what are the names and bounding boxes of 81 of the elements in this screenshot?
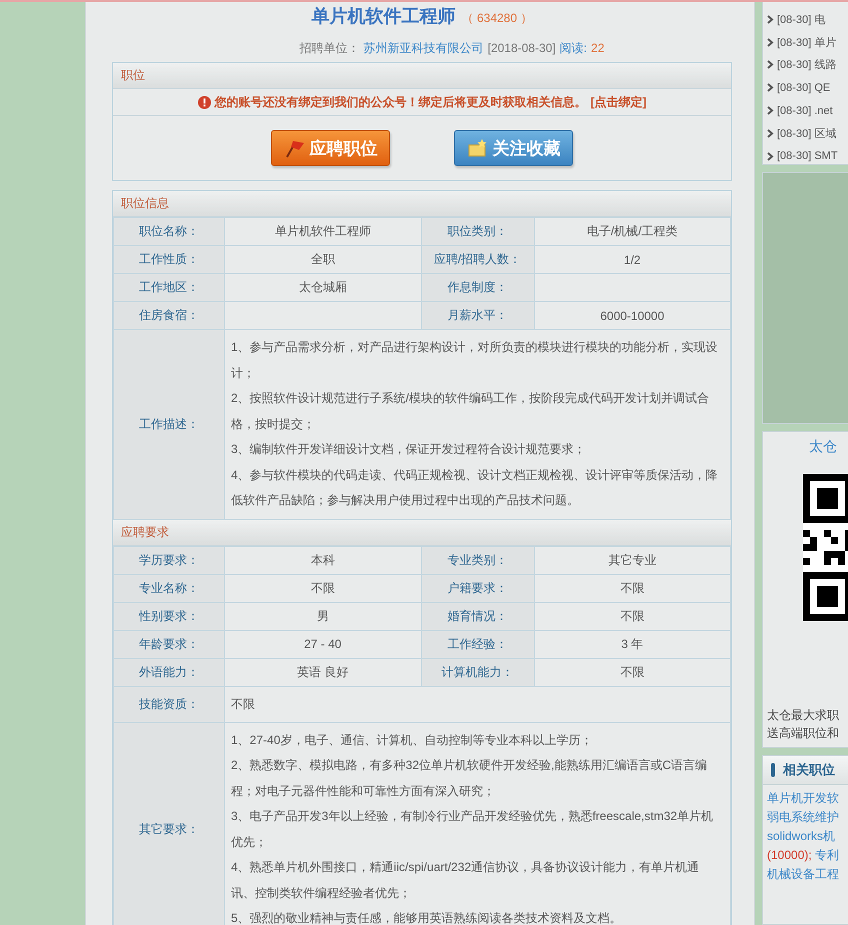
field-label: 其它要求：: [114, 722, 224, 925]
job-title: 单片机软件工程师: [312, 5, 456, 28]
field-value: 本科: [224, 546, 421, 574]
job-link[interactable]: [08-30] 电: [777, 12, 826, 27]
related-job-link[interactable]: solidworks机: [767, 829, 836, 843]
related-job-link[interactable]: 弱电系统维护: [767, 810, 839, 824]
field-value: 不限: [224, 574, 421, 602]
field-value: 其它专业: [534, 546, 730, 574]
chevron-icon: [767, 38, 774, 47]
salary-text: (10000);: [767, 848, 812, 862]
related-job-link[interactable]: 专利: [812, 848, 840, 862]
company-link[interactable]: 苏州新亚科技有限公司: [364, 40, 484, 56]
field-label: 婚育情况：: [421, 602, 534, 630]
related-job-link[interactable]: 单片机开发软: [767, 791, 839, 805]
views-count: 22: [591, 41, 604, 55]
field-label: 住房食宿：: [114, 302, 224, 330]
field-value: 不限: [534, 658, 730, 686]
field-value: 不限: [224, 686, 730, 722]
requirements-text: 1、27-40岁，电子、通信、计算机、自动控制等专业本科以上学历； 2、熟悉数字、模拟电路，有多种32位单片机软硬件开发经验,能熟练用汇编语言或C语言编程；对电子元器件性能和可靠性方面有深入研究； 3、电子产品开发3年以上经验，有制冷行业产品开发经验优先，熟悉freescale,stm32单片机优先； 4、熟悉单片机外围接口，精通iic/spi/uart/232通信协议，具备协议设计能力，有单片机通讯、控制类软件编程经验者优先； 5、强烈的敬业精神与责任感，能够用英语熟练阅读各类技术资料及文档。: [224, 722, 730, 925]
field-label: 户籍要求：: [421, 574, 534, 602]
section-header: 职位: [113, 63, 731, 89]
field-value: 单片机软件工程师: [224, 218, 421, 246]
chevron-icon: [767, 152, 774, 161]
bar-icon: [771, 763, 775, 777]
job-link[interactable]: [08-30] 线路: [777, 57, 836, 72]
field-value: 1/2: [534, 246, 730, 274]
job-link[interactable]: [08-30] 区域: [777, 126, 836, 141]
section-header: 职位信息: [113, 191, 731, 217]
field-value: 英语 良好: [224, 658, 421, 686]
field-label: 工作性质：: [114, 246, 224, 274]
chevron-icon: [767, 128, 774, 138]
field-label: 年龄要求：: [114, 630, 224, 658]
field-label: 工作地区：: [114, 274, 224, 302]
chevron-icon: [767, 14, 774, 24]
notice-text: 您的账号还没有绑定到我们的公众号！绑定后将更及时获取相关信息。: [214, 94, 586, 110]
field-label: 作息制度：: [421, 274, 534, 302]
field-label: 应聘/招聘人数：: [421, 246, 534, 274]
field-value: 6000-10000: [534, 302, 730, 330]
follow-button[interactable]: 关注收藏: [454, 130, 573, 166]
bind-link[interactable]: [点击绑定]: [590, 94, 646, 110]
post-date: [2018-08-30]: [488, 41, 556, 55]
field-value: 27 - 40: [224, 630, 421, 658]
job-link[interactable]: [08-30] 单片: [777, 34, 836, 50]
field-value: 电子/机械/工程类: [534, 218, 730, 246]
related-job-link[interactable]: 机械设备工程: [767, 867, 839, 881]
qr-title: 太仓: [808, 438, 838, 456]
warning-icon: [198, 96, 210, 108]
qr-caption: 送高端职位和: [767, 725, 840, 742]
related-header: 相关职位: [783, 761, 835, 779]
chevron-icon: [767, 83, 774, 92]
field-label: 月薪水平：: [421, 302, 534, 330]
field-label: 计算机能力：: [421, 658, 534, 686]
chevron-icon: [767, 60, 774, 70]
qr-caption: 太仓最大求职: [767, 707, 840, 724]
field-value: 太仓城厢: [224, 274, 421, 302]
field-label: 工作描述：: [114, 330, 224, 519]
field-label: 外语能力：: [114, 658, 224, 686]
views-label: 阅读:: [560, 40, 588, 56]
field-value: 3 年: [534, 630, 730, 658]
field-label: 性别要求：: [114, 602, 224, 630]
field-value: 不限: [534, 574, 730, 602]
job-code: （ 634280 ）: [462, 10, 532, 27]
folder-star-icon: [466, 137, 488, 159]
section-header: 应聘要求: [113, 520, 731, 546]
description-text: 1、参与产品需求分析，对产品进行架构设计，对所负责的模块进行模块的功能分析，实现设计； 2、按照软件设计规范进行子系统/模块的软件编码工作，按阶段完成代码开发计划并调试合格，按时提交； 3、编制软件开发详细设计文档，保证开发过程符合设计规范要求； 4、参与软件模块的代码走读、代码正规检视、设计文档正规检视、设计评审等质保活动，降低软件产品缺陷；参与解决用户使用过程中出现的产品技术问题。: [224, 330, 730, 519]
field-label: 专业名称：: [114, 574, 224, 602]
field-label: 学历要求：: [114, 546, 224, 574]
field-value: 男: [224, 602, 421, 630]
field-value: 全职: [224, 246, 421, 274]
job-link[interactable]: [08-30] QE: [777, 82, 830, 94]
apply-button[interactable]: 应聘职位: [271, 130, 390, 166]
field-label: 工作经验：: [421, 630, 534, 658]
chevron-icon: [767, 106, 774, 116]
company-label: 招聘单位：: [300, 40, 360, 56]
field-label: 职位类别：: [421, 218, 534, 246]
field-label: 专业类别：: [421, 546, 534, 574]
field-label: 技能资质：: [114, 686, 224, 722]
field-label: 职位名称：: [114, 218, 224, 246]
job-link[interactable]: [08-30] SMT: [777, 150, 838, 162]
field-value: 不限: [534, 602, 730, 630]
job-link[interactable]: [08-30] .net: [777, 104, 833, 117]
